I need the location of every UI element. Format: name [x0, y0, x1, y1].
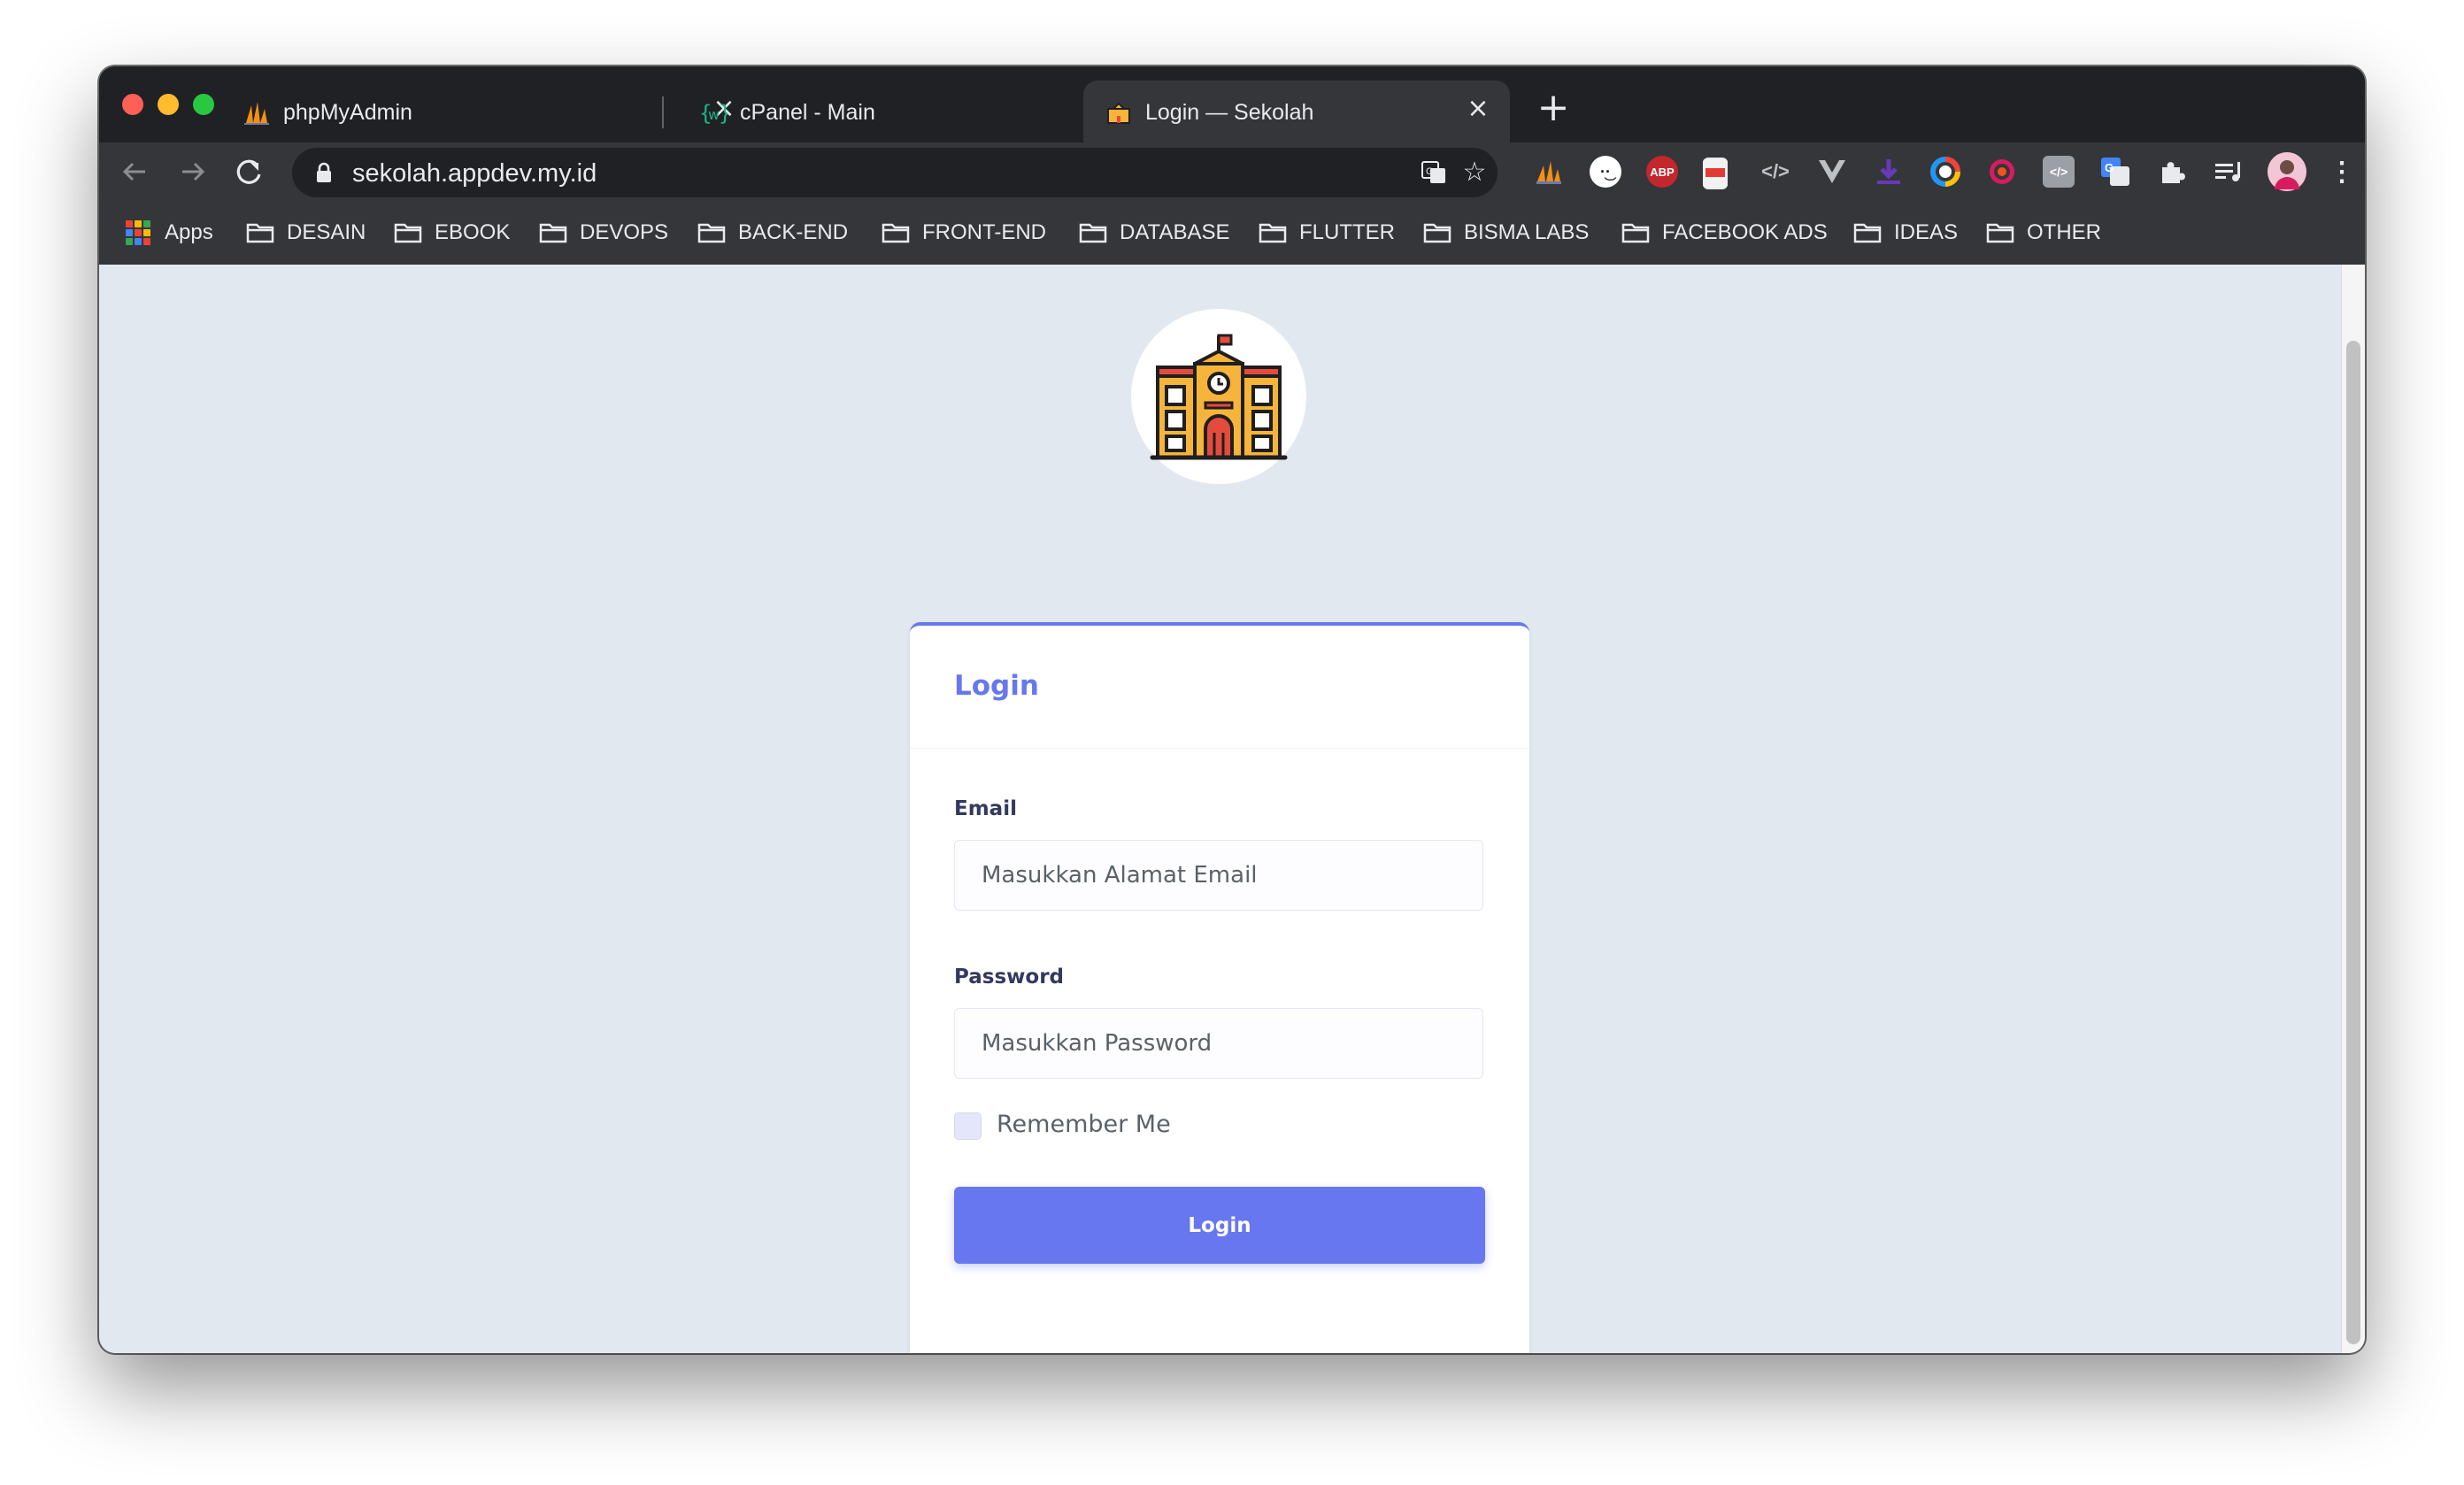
address-bar[interactable]: sekolah.appdev.my.id G ☆: [292, 148, 1498, 197]
puzzle-icon[interactable]: [2156, 156, 2188, 188]
cpanel-braces-icon: { w }: [699, 101, 728, 126]
folder-icon: [246, 223, 274, 243]
code-box-icon[interactable]: </>: [2043, 156, 2075, 188]
avatar[interactable]: [2268, 152, 2306, 191]
tab-phpmyadmin[interactable]: phpMyAdmin ×: [221, 81, 756, 142]
svg-text:G: G: [2105, 161, 2114, 174]
email-field[interactable]: [954, 840, 1483, 911]
folder-icon: [394, 223, 422, 243]
bookmark-folder-other[interactable]: OTHER: [1986, 219, 2101, 247]
new-tab-button[interactable]: +: [1531, 88, 1575, 132]
tab-title: phpMyAdmin: [283, 100, 412, 125]
remember-me-label[interactable]: Remember Me: [997, 1111, 1171, 1138]
menu-kebab-icon[interactable]: ⋮: [2326, 156, 2358, 188]
folder-icon: [1079, 223, 1107, 243]
folder-icon: [539, 223, 567, 243]
close-tab-icon[interactable]: ×: [1466, 96, 1490, 122]
folder-icon: [697, 223, 726, 243]
bookmark-folder-flutter[interactable]: FLUTTER: [1259, 219, 1395, 247]
scrollbar-thumb[interactable]: [2346, 341, 2360, 1344]
pdf-icon[interactable]: [1703, 158, 1728, 189]
emoji-icon[interactable]: ·͜·: [1590, 156, 1621, 188]
arrow-right-icon: [182, 162, 205, 181]
media-icon[interactable]: [2213, 156, 2245, 188]
bookmark-folder-back-end[interactable]: BACK-END: [697, 219, 848, 247]
download-icon[interactable]: [1873, 156, 1905, 188]
svg-text:G: G: [1426, 166, 1434, 177]
bookmark-label: FLUTTER: [1299, 220, 1395, 244]
phpmyadmin-sails-icon: [244, 102, 269, 125]
bookmark-folder-ideas[interactable]: IDEAS: [1853, 219, 1958, 247]
password-field[interactable]: [954, 1008, 1483, 1079]
folder-icon: [882, 223, 910, 243]
bookmark-label: BISMA LABS: [1464, 220, 1590, 244]
tab-title: cPanel - Main: [740, 100, 875, 125]
code-icon[interactable]: </>: [1759, 156, 1791, 188]
remember-me-checkbox[interactable]: [954, 1112, 982, 1140]
folder-icon: [1259, 223, 1287, 243]
bookmark-folder-ebook[interactable]: EBOOK: [394, 219, 510, 247]
url-text: sekolah.appdev.my.id: [352, 159, 597, 188]
login-card-header: Login: [910, 626, 1529, 749]
vue-icon[interactable]: [1816, 156, 1848, 188]
forward-button[interactable]: [172, 151, 212, 192]
login-button[interactable]: Login: [954, 1187, 1485, 1264]
page-scrollbar[interactable]: [2341, 265, 2365, 1353]
folder-icon: [1621, 223, 1650, 243]
bookmark-label: DATABASE: [1120, 220, 1230, 244]
maximize-window-button[interactable]: [193, 94, 214, 115]
folder-icon: [1853, 223, 1882, 243]
email-label: Email: [954, 797, 1017, 820]
bookmark-label: Apps: [165, 220, 213, 244]
bookmark-folder-bisma-labs[interactable]: BISMA LABS: [1423, 219, 1589, 247]
bookmark-label: FRONT-END: [922, 220, 1046, 244]
bookmark-folder-devops[interactable]: DEVOPS: [539, 219, 668, 247]
page-viewport: Login Email Password Remember Me Login: [99, 265, 2365, 1353]
tab-strip: phpMyAdmin × { w } cPanel - Main × Login…: [99, 66, 2365, 142]
adblock-plus-icon[interactable]: ABP: [1646, 156, 1678, 188]
bookmark-label: DESAIN: [287, 220, 366, 244]
reload-button[interactable]: [228, 151, 269, 192]
bookmark-folder-facebook-ads[interactable]: FACEBOOK ADS: [1621, 219, 1828, 247]
reload-icon: [236, 159, 261, 184]
arrow-left-icon: [122, 162, 145, 181]
password-label: Password: [954, 966, 1064, 989]
folder-icon: [1423, 223, 1451, 243]
bookmark-label: BACK-END: [738, 220, 849, 244]
bookmark-label: IDEAS: [1894, 220, 1959, 244]
bookmark-apps[interactable]: Apps: [126, 219, 213, 247]
minimize-window-button[interactable]: [158, 94, 179, 115]
back-button[interactable]: [115, 151, 156, 192]
bookmark-folder-desain[interactable]: DESAIN: [246, 219, 366, 247]
bookmark-star-icon[interactable]: ☆: [1460, 158, 1489, 187]
lock-icon: [317, 162, 331, 182]
bookmark-label: EBOOK: [435, 220, 511, 244]
browser-window: phpMyAdmin × { w } cPanel - Main × Login…: [99, 66, 2365, 1353]
school-building-icon: [1107, 102, 1130, 124]
translate-page-icon[interactable]: G: [1420, 158, 1448, 187]
svg-text:}: }: [719, 101, 728, 126]
bookmark-folder-front-end[interactable]: FRONT-END: [882, 219, 1046, 247]
school-logo: [1131, 309, 1306, 484]
tab-separator: [662, 96, 664, 128]
tab-login-sekolah[interactable]: Login — Sekolah ×: [1083, 81, 1510, 142]
folder-icon: [1986, 223, 2014, 243]
browser-toolbar: sekolah.appdev.my.id G ☆ ·͜· ABP </> </>: [99, 142, 2365, 201]
sails-icon[interactable]: [1533, 156, 1565, 188]
bookmark-folder-database[interactable]: DATABASE: [1079, 219, 1229, 247]
apps-grid-icon: [126, 220, 150, 245]
bookmark-label: DEVOPS: [580, 220, 669, 244]
login-title: Login: [954, 670, 1039, 702]
tab-title: Login — Sekolah: [1145, 100, 1314, 125]
bookmark-label: FACEBOOK ADS: [1662, 220, 1828, 244]
login-card: Login Email Password Remember Me Login: [910, 622, 1529, 1353]
target-icon[interactable]: [1986, 156, 2018, 188]
school-building-icon: [1150, 334, 1288, 460]
bookmarks-bar: Apps DESAIN EBOOK DEVOPS BACK-END FRONT-…: [99, 201, 2365, 265]
bookmark-label: OTHER: [2027, 220, 2101, 244]
close-window-button[interactable]: [122, 94, 143, 115]
translate-icon[interactable]: G: [2099, 156, 2131, 188]
chromatic-icon[interactable]: [1929, 156, 1961, 188]
